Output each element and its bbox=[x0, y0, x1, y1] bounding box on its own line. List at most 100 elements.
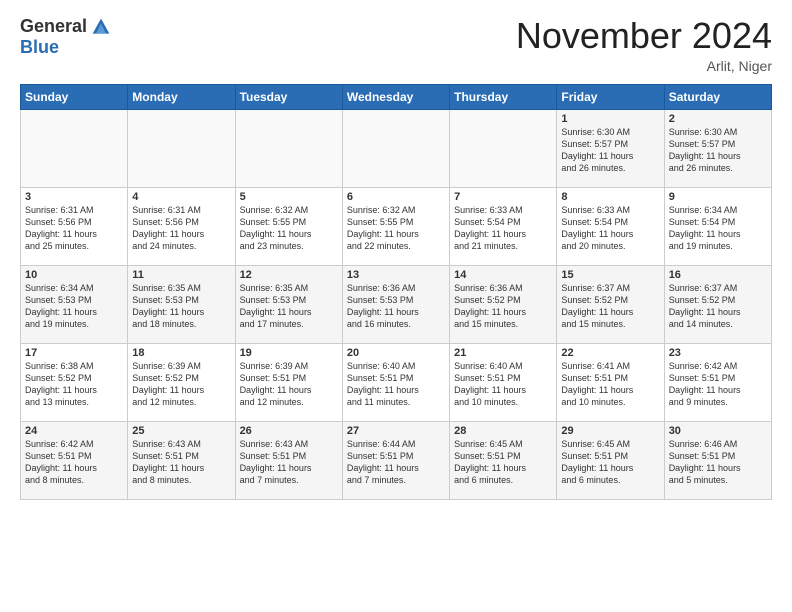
day-info: Sunrise: 6:42 AM Sunset: 5:51 PM Dayligh… bbox=[25, 438, 123, 487]
logo-blue-text: Blue bbox=[20, 37, 59, 58]
day-info: Sunrise: 6:30 AM Sunset: 5:57 PM Dayligh… bbox=[669, 126, 767, 175]
day-info: Sunrise: 6:44 AM Sunset: 5:51 PM Dayligh… bbox=[347, 438, 445, 487]
day-number: 28 bbox=[454, 425, 552, 437]
day-number: 11 bbox=[132, 269, 230, 281]
calendar-week-row: 10Sunrise: 6:34 AM Sunset: 5:53 PM Dayli… bbox=[21, 265, 772, 343]
calendar-week-row: 3Sunrise: 6:31 AM Sunset: 5:56 PM Daylig… bbox=[21, 187, 772, 265]
calendar-cell: 15Sunrise: 6:37 AM Sunset: 5:52 PM Dayli… bbox=[557, 265, 664, 343]
calendar-cell: 8Sunrise: 6:33 AM Sunset: 5:54 PM Daylig… bbox=[557, 187, 664, 265]
day-info: Sunrise: 6:33 AM Sunset: 5:54 PM Dayligh… bbox=[561, 204, 659, 253]
calendar-cell: 16Sunrise: 6:37 AM Sunset: 5:52 PM Dayli… bbox=[664, 265, 771, 343]
calendar-cell: 29Sunrise: 6:45 AM Sunset: 5:51 PM Dayli… bbox=[557, 421, 664, 499]
calendar-table: SundayMondayTuesdayWednesdayThursdayFrid… bbox=[20, 84, 772, 500]
weekday-header: Friday bbox=[557, 84, 664, 109]
calendar-cell: 23Sunrise: 6:42 AM Sunset: 5:51 PM Dayli… bbox=[664, 343, 771, 421]
day-info: Sunrise: 6:36 AM Sunset: 5:53 PM Dayligh… bbox=[347, 282, 445, 331]
day-info: Sunrise: 6:30 AM Sunset: 5:57 PM Dayligh… bbox=[561, 126, 659, 175]
day-number: 19 bbox=[240, 347, 338, 359]
calendar-cell bbox=[21, 109, 128, 187]
day-number: 16 bbox=[669, 269, 767, 281]
location: Arlit, Niger bbox=[516, 58, 772, 74]
day-info: Sunrise: 6:33 AM Sunset: 5:54 PM Dayligh… bbox=[454, 204, 552, 253]
weekday-header: Saturday bbox=[664, 84, 771, 109]
day-number: 18 bbox=[132, 347, 230, 359]
calendar-cell: 5Sunrise: 6:32 AM Sunset: 5:55 PM Daylig… bbox=[235, 187, 342, 265]
day-number: 29 bbox=[561, 425, 659, 437]
day-number: 27 bbox=[347, 425, 445, 437]
day-info: Sunrise: 6:31 AM Sunset: 5:56 PM Dayligh… bbox=[25, 204, 123, 253]
day-info: Sunrise: 6:45 AM Sunset: 5:51 PM Dayligh… bbox=[561, 438, 659, 487]
day-number: 12 bbox=[240, 269, 338, 281]
logo-icon bbox=[91, 17, 111, 37]
day-info: Sunrise: 6:39 AM Sunset: 5:51 PM Dayligh… bbox=[240, 360, 338, 409]
calendar-cell: 10Sunrise: 6:34 AM Sunset: 5:53 PM Dayli… bbox=[21, 265, 128, 343]
day-info: Sunrise: 6:38 AM Sunset: 5:52 PM Dayligh… bbox=[25, 360, 123, 409]
day-number: 17 bbox=[25, 347, 123, 359]
day-number: 24 bbox=[25, 425, 123, 437]
day-info: Sunrise: 6:43 AM Sunset: 5:51 PM Dayligh… bbox=[240, 438, 338, 487]
calendar-cell: 1Sunrise: 6:30 AM Sunset: 5:57 PM Daylig… bbox=[557, 109, 664, 187]
day-info: Sunrise: 6:34 AM Sunset: 5:54 PM Dayligh… bbox=[669, 204, 767, 253]
weekday-header: Monday bbox=[128, 84, 235, 109]
day-info: Sunrise: 6:36 AM Sunset: 5:52 PM Dayligh… bbox=[454, 282, 552, 331]
header: General Blue November 2024 Arlit, Niger bbox=[20, 16, 772, 74]
calendar-cell: 11Sunrise: 6:35 AM Sunset: 5:53 PM Dayli… bbox=[128, 265, 235, 343]
calendar-cell: 20Sunrise: 6:40 AM Sunset: 5:51 PM Dayli… bbox=[342, 343, 449, 421]
day-info: Sunrise: 6:35 AM Sunset: 5:53 PM Dayligh… bbox=[240, 282, 338, 331]
calendar-header-row: SundayMondayTuesdayWednesdayThursdayFrid… bbox=[21, 84, 772, 109]
calendar-cell: 3Sunrise: 6:31 AM Sunset: 5:56 PM Daylig… bbox=[21, 187, 128, 265]
day-info: Sunrise: 6:32 AM Sunset: 5:55 PM Dayligh… bbox=[347, 204, 445, 253]
day-number: 1 bbox=[561, 113, 659, 125]
day-info: Sunrise: 6:41 AM Sunset: 5:51 PM Dayligh… bbox=[561, 360, 659, 409]
day-info: Sunrise: 6:46 AM Sunset: 5:51 PM Dayligh… bbox=[669, 438, 767, 487]
logo: General Blue bbox=[20, 16, 111, 58]
calendar-week-row: 17Sunrise: 6:38 AM Sunset: 5:52 PM Dayli… bbox=[21, 343, 772, 421]
calendar-cell: 7Sunrise: 6:33 AM Sunset: 5:54 PM Daylig… bbox=[450, 187, 557, 265]
day-number: 5 bbox=[240, 191, 338, 203]
day-number: 23 bbox=[669, 347, 767, 359]
day-number: 7 bbox=[454, 191, 552, 203]
day-info: Sunrise: 6:45 AM Sunset: 5:51 PM Dayligh… bbox=[454, 438, 552, 487]
calendar-cell: 12Sunrise: 6:35 AM Sunset: 5:53 PM Dayli… bbox=[235, 265, 342, 343]
month-title: November 2024 bbox=[516, 16, 772, 56]
page: General Blue November 2024 Arlit, Niger … bbox=[0, 0, 792, 612]
day-info: Sunrise: 6:42 AM Sunset: 5:51 PM Dayligh… bbox=[669, 360, 767, 409]
calendar-cell bbox=[342, 109, 449, 187]
day-info: Sunrise: 6:39 AM Sunset: 5:52 PM Dayligh… bbox=[132, 360, 230, 409]
calendar-cell: 17Sunrise: 6:38 AM Sunset: 5:52 PM Dayli… bbox=[21, 343, 128, 421]
calendar-cell: 25Sunrise: 6:43 AM Sunset: 5:51 PM Dayli… bbox=[128, 421, 235, 499]
day-number: 22 bbox=[561, 347, 659, 359]
day-info: Sunrise: 6:43 AM Sunset: 5:51 PM Dayligh… bbox=[132, 438, 230, 487]
calendar-cell: 2Sunrise: 6:30 AM Sunset: 5:57 PM Daylig… bbox=[664, 109, 771, 187]
title-area: November 2024 Arlit, Niger bbox=[516, 16, 772, 74]
calendar-cell bbox=[235, 109, 342, 187]
calendar-cell: 26Sunrise: 6:43 AM Sunset: 5:51 PM Dayli… bbox=[235, 421, 342, 499]
calendar-week-row: 1Sunrise: 6:30 AM Sunset: 5:57 PM Daylig… bbox=[21, 109, 772, 187]
calendar-cell: 13Sunrise: 6:36 AM Sunset: 5:53 PM Dayli… bbox=[342, 265, 449, 343]
day-number: 9 bbox=[669, 191, 767, 203]
calendar-week-row: 24Sunrise: 6:42 AM Sunset: 5:51 PM Dayli… bbox=[21, 421, 772, 499]
calendar-cell: 30Sunrise: 6:46 AM Sunset: 5:51 PM Dayli… bbox=[664, 421, 771, 499]
day-info: Sunrise: 6:34 AM Sunset: 5:53 PM Dayligh… bbox=[25, 282, 123, 331]
calendar-cell: 19Sunrise: 6:39 AM Sunset: 5:51 PM Dayli… bbox=[235, 343, 342, 421]
day-info: Sunrise: 6:40 AM Sunset: 5:51 PM Dayligh… bbox=[347, 360, 445, 409]
calendar-cell: 18Sunrise: 6:39 AM Sunset: 5:52 PM Dayli… bbox=[128, 343, 235, 421]
calendar-cell: 21Sunrise: 6:40 AM Sunset: 5:51 PM Dayli… bbox=[450, 343, 557, 421]
day-info: Sunrise: 6:32 AM Sunset: 5:55 PM Dayligh… bbox=[240, 204, 338, 253]
weekday-header: Wednesday bbox=[342, 84, 449, 109]
day-info: Sunrise: 6:35 AM Sunset: 5:53 PM Dayligh… bbox=[132, 282, 230, 331]
calendar-cell: 22Sunrise: 6:41 AM Sunset: 5:51 PM Dayli… bbox=[557, 343, 664, 421]
weekday-header: Tuesday bbox=[235, 84, 342, 109]
day-number: 30 bbox=[669, 425, 767, 437]
day-info: Sunrise: 6:37 AM Sunset: 5:52 PM Dayligh… bbox=[561, 282, 659, 331]
weekday-header: Thursday bbox=[450, 84, 557, 109]
day-info: Sunrise: 6:40 AM Sunset: 5:51 PM Dayligh… bbox=[454, 360, 552, 409]
day-number: 26 bbox=[240, 425, 338, 437]
weekday-header: Sunday bbox=[21, 84, 128, 109]
day-number: 15 bbox=[561, 269, 659, 281]
calendar-cell bbox=[128, 109, 235, 187]
calendar-cell: 28Sunrise: 6:45 AM Sunset: 5:51 PM Dayli… bbox=[450, 421, 557, 499]
day-info: Sunrise: 6:37 AM Sunset: 5:52 PM Dayligh… bbox=[669, 282, 767, 331]
calendar-cell: 4Sunrise: 6:31 AM Sunset: 5:56 PM Daylig… bbox=[128, 187, 235, 265]
calendar-cell: 24Sunrise: 6:42 AM Sunset: 5:51 PM Dayli… bbox=[21, 421, 128, 499]
